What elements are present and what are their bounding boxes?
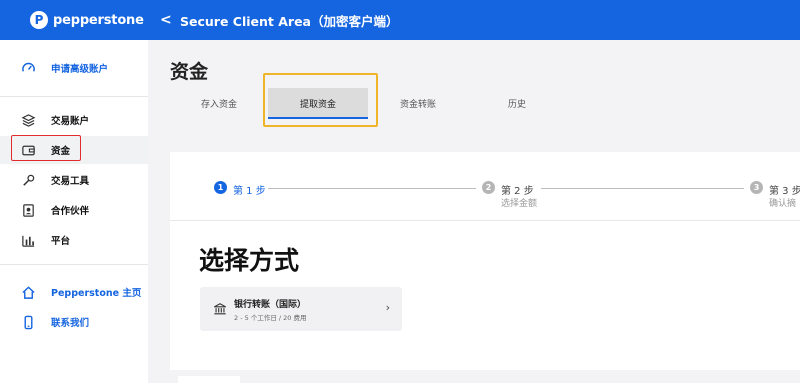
pepperstone-logo-icon: P bbox=[30, 11, 48, 29]
phone-icon bbox=[20, 314, 36, 330]
sidebar-item-home[interactable]: Pepperstone 主页 bbox=[0, 278, 148, 306]
chevron-right-icon: › bbox=[385, 301, 390, 314]
bottom-card-fragment bbox=[178, 376, 240, 383]
home-icon bbox=[20, 284, 36, 300]
header-title: Secure Client Area（加密客户端） bbox=[180, 13, 399, 29]
sidebar-item-partners[interactable]: 合作伙伴 bbox=[0, 196, 148, 224]
option-name: 银行转账（国际） bbox=[234, 300, 307, 310]
sidebar-item-label: Pepperstone 主页 bbox=[51, 288, 142, 299]
step-connector bbox=[541, 188, 744, 189]
sidebar-item-label: 平台 bbox=[51, 236, 71, 247]
sidebar: P pepperstone 申请高级账户 交易账户 资金 交易工具 合作伙伴 平… bbox=[0, 0, 148, 383]
sidebar-item-label: 资金 bbox=[51, 146, 71, 157]
top-bar: < Secure Client Area（加密客户端） bbox=[148, 0, 800, 40]
page-title: 资金 bbox=[170, 61, 209, 83]
contact-card-icon bbox=[20, 202, 36, 218]
method-section-title: 选择方式 bbox=[199, 246, 300, 275]
sidebar-item-platforms[interactable]: 平台 bbox=[0, 226, 148, 254]
stepper-divider bbox=[170, 220, 800, 221]
sidebar-divider bbox=[0, 96, 148, 97]
tab-deposit[interactable]: 存入资金 bbox=[201, 97, 237, 110]
step-connector bbox=[268, 188, 476, 189]
logo[interactable]: P pepperstone bbox=[0, 0, 148, 40]
gauge-icon bbox=[20, 60, 36, 76]
option-detail: 2 - 5 个工作日 / 20 费用 bbox=[234, 314, 307, 322]
bar-chart-icon bbox=[20, 232, 36, 248]
sidebar-item-label: 联系我们 bbox=[51, 318, 90, 329]
sidebar-item-upgrade[interactable]: 申请高级账户 bbox=[0, 54, 148, 82]
sidebar-item-label: 交易工具 bbox=[51, 176, 90, 187]
sidebar-divider bbox=[0, 264, 148, 265]
step-2-sublabel: 选择金额 bbox=[501, 199, 538, 209]
wallet-icon bbox=[20, 142, 36, 158]
tab-history[interactable]: 历史 bbox=[508, 97, 526, 110]
step-2-label: 第 2 步 bbox=[501, 186, 534, 197]
step-2-circle: 2 bbox=[482, 181, 495, 194]
sidebar-item-trading-accounts[interactable]: 交易账户 bbox=[0, 106, 148, 134]
brand-name: pepperstone bbox=[53, 12, 144, 28]
tab-withdraw[interactable]: 提取资金 bbox=[300, 97, 336, 110]
step-3-circle: 3 bbox=[750, 181, 763, 194]
back-chevron-icon[interactable]: < bbox=[160, 12, 172, 28]
layers-icon bbox=[20, 112, 36, 128]
active-tab-underline bbox=[268, 117, 368, 119]
wrench-icon bbox=[20, 172, 36, 188]
sidebar-item-funds[interactable]: 资金 bbox=[0, 136, 148, 164]
step-1-label: 第 1 步 bbox=[233, 186, 266, 197]
sidebar-item-label: 合作伙伴 bbox=[51, 206, 90, 217]
sidebar-item-trading-tools[interactable]: 交易工具 bbox=[0, 166, 148, 194]
sidebar-item-contact[interactable]: 联系我们 bbox=[0, 308, 148, 336]
sidebar-item-label: 申请高级账户 bbox=[51, 64, 109, 75]
tab-transfer[interactable]: 资金转账 bbox=[400, 97, 436, 110]
sidebar-item-label: 交易账户 bbox=[51, 116, 90, 127]
step-3-label: 第 3 步 bbox=[769, 186, 800, 197]
bank-icon bbox=[213, 301, 227, 315]
step-3-sublabel: 确认摘 bbox=[769, 199, 797, 209]
step-1-circle: 1 bbox=[214, 181, 227, 194]
bank-transfer-option[interactable]: 银行转账（国际） 2 - 5 个工作日 / 20 费用 › bbox=[200, 287, 402, 331]
